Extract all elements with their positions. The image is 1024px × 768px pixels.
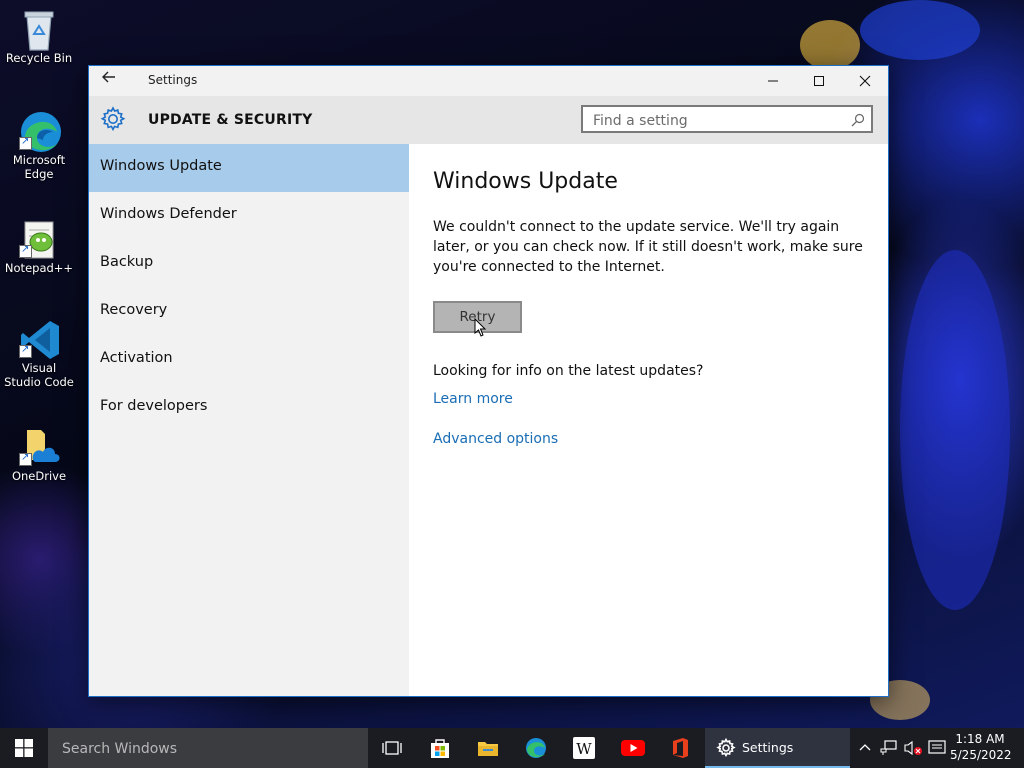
recycle-bin-icon: [19, 8, 59, 51]
sidebar-item-label: Windows Defender: [100, 206, 237, 222]
action-center-button[interactable]: [926, 728, 948, 768]
task-view-icon: [382, 741, 402, 755]
taskbar-wikipedia[interactable]: W: [560, 728, 608, 768]
desktop-icon-notepad-plus-plus[interactable]: Notepad++: [4, 218, 74, 275]
sidebar-item-windows-defender[interactable]: Windows Defender: [89, 192, 409, 240]
minimize-icon: [768, 80, 778, 82]
window-title: Settings: [148, 73, 198, 87]
taskbar-youtube[interactable]: [608, 728, 656, 768]
youtube-icon: [621, 740, 645, 756]
onedrive-icon: [19, 426, 60, 466]
desktop-icon-label: OneDrive: [11, 469, 67, 483]
sidebar-item-windows-update[interactable]: Windows Update: [89, 144, 409, 192]
taskbar-app-label: Settings: [742, 740, 794, 755]
close-button[interactable]: [842, 66, 888, 96]
search-input[interactable]: [591, 111, 845, 131]
notepad-plus-plus-icon: [19, 218, 59, 259]
taskbar-office[interactable]: [656, 728, 704, 768]
minimize-button[interactable]: [750, 66, 796, 96]
desktop-icon-visual-studio-code[interactable]: Visual Studio Code: [4, 318, 74, 389]
svg-text:W: W: [576, 740, 592, 758]
title-bar[interactable]: Settings: [89, 66, 888, 96]
sidebar-item-label: Activation: [100, 350, 173, 366]
sidebar-item-label: Backup: [100, 254, 154, 270]
maximize-icon: [814, 76, 824, 86]
mouse-cursor-icon: [474, 317, 488, 338]
close-icon: [859, 75, 871, 87]
taskbar-file-explorer[interactable]: [464, 728, 512, 768]
edge-icon: [19, 110, 61, 152]
desktop-icon-label: Recycle Bin: [5, 51, 73, 65]
gear-icon: [99, 105, 127, 133]
update-error-message: We couldn't connect to the update servic…: [433, 219, 863, 275]
info-question: Looking for info on the latest updates?: [433, 363, 704, 379]
volume-tray-button[interactable]: [902, 728, 924, 768]
windows-logo-icon: [15, 739, 33, 757]
desktop-icon-label: Visual Studio Code: [4, 361, 74, 389]
network-tray-button[interactable]: [878, 728, 900, 768]
clock-time: 1:18 AM: [955, 732, 1005, 746]
sidebar-item-label: For developers: [100, 398, 208, 414]
taskbar-settings-active[interactable]: Settings: [705, 728, 850, 768]
office-icon: [673, 738, 688, 758]
sidebar-item-label: Recovery: [100, 302, 168, 318]
task-view-button[interactable]: [368, 728, 416, 768]
section-title: Windows Update: [433, 169, 618, 194]
gear-icon: [716, 738, 736, 758]
start-button[interactable]: [0, 728, 48, 768]
sidebar-item-activation[interactable]: Activation: [89, 336, 409, 384]
taskbar-search-input[interactable]: [60, 738, 354, 760]
taskbar: W Settings 1:18 AM 5/25/2022: [0, 728, 1024, 768]
wikipedia-icon: W: [573, 737, 595, 759]
find-setting-search-box[interactable]: [581, 105, 873, 133]
sidebar-item-recovery[interactable]: Recovery: [89, 288, 409, 336]
shortcut-arrow-icon: [19, 243, 32, 258]
shortcut-arrow-icon: [19, 451, 32, 466]
wallpaper-streak: [860, 0, 980, 60]
advanced-options-link[interactable]: Advanced options: [433, 431, 558, 447]
sidebar-item-for-developers[interactable]: For developers: [89, 384, 409, 432]
search-icon[interactable]: [851, 112, 865, 127]
volume-muted-icon: [904, 740, 922, 756]
folder-icon: [478, 742, 498, 756]
wallpaper-streak: [800, 20, 860, 70]
shortcut-arrow-icon: [19, 135, 32, 150]
taskbar-search-box[interactable]: [48, 728, 368, 768]
notifications-icon: [928, 740, 946, 754]
learn-more-link[interactable]: Learn more: [433, 391, 513, 407]
page-header: UPDATE & SECURITY: [89, 96, 888, 144]
edge-icon: [526, 738, 546, 758]
sidebar-item-backup[interactable]: Backup: [89, 240, 409, 288]
clock-date: 5/25/2022: [950, 748, 1012, 762]
main-content: Windows Update We couldn't connect to th…: [409, 144, 888, 696]
shortcut-arrow-icon: [19, 343, 32, 358]
desktop-icon-recycle-bin[interactable]: Recycle Bin: [4, 8, 74, 65]
taskbar-microsoft-store[interactable]: [416, 728, 464, 768]
sidebar-item-label: Windows Update: [100, 158, 222, 174]
chevron-up-icon: [859, 744, 871, 751]
back-arrow-icon[interactable]: [101, 69, 117, 89]
desktop-icon-label: Notepad++: [4, 261, 74, 275]
settings-sidebar: Windows Update Windows Defender Backup R…: [89, 144, 409, 696]
settings-window: Settings UPDATE & SECURITY Find a settin…: [88, 65, 889, 697]
desktop-icon-microsoft-edge[interactable]: Microsoft Edge: [4, 110, 74, 181]
vscode-icon: [19, 318, 59, 359]
store-icon: [431, 739, 449, 758]
desktop-icon-label: Microsoft Edge: [12, 153, 66, 181]
network-icon: [880, 740, 897, 755]
show-hidden-icons-button[interactable]: [856, 728, 874, 768]
wallpaper-streak: [900, 250, 1010, 610]
taskbar-microsoft-edge[interactable]: [512, 728, 560, 768]
taskbar-clock[interactable]: 1:18 AM 5/25/2022: [950, 731, 1012, 763]
maximize-button[interactable]: [796, 66, 842, 96]
page-title: UPDATE & SECURITY: [148, 112, 313, 128]
desktop-icon-onedrive[interactable]: OneDrive: [4, 426, 74, 483]
